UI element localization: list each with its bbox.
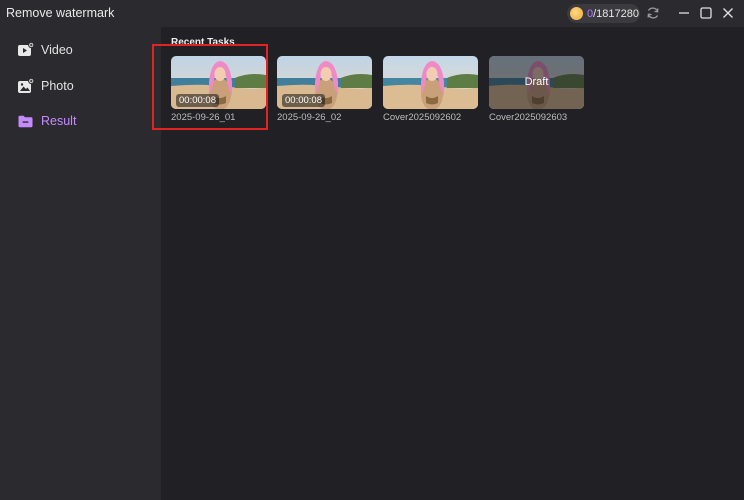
sidebar-item-label: Video: [41, 43, 73, 57]
coin-icon: [570, 7, 583, 20]
credits-badge[interactable]: 0/1817280: [567, 4, 640, 23]
main-panel: Recent Tasks 00:00:08 2025-09-26_01 00:0…: [161, 27, 744, 500]
task-name: 2025-09-26_01: [171, 112, 236, 123]
task-card[interactable]: 00:00:08 2025-09-26_02: [277, 56, 372, 123]
task-name: Cover2025092603: [489, 112, 568, 123]
task-thumbnail[interactable]: 00:00:08: [171, 56, 266, 109]
section-title: Recent Tasks: [171, 37, 235, 48]
sidebar: Video Photo Result: [0, 27, 161, 500]
app-title: Remove watermark: [6, 6, 115, 20]
task-card[interactable]: Draft Cover2025092603: [489, 56, 584, 123]
task-thumbnail[interactable]: [383, 56, 478, 109]
maximize-icon[interactable]: [698, 5, 714, 21]
credit-count: 0/1817280: [587, 8, 639, 20]
title-bar: Remove watermark 0/1817280: [0, 0, 744, 27]
photo-icon: [18, 77, 34, 93]
task-name: Cover2025092602: [383, 112, 462, 123]
sidebar-item-label: Photo: [41, 79, 74, 93]
duration-label: 00:00:08: [176, 94, 219, 107]
task-card[interactable]: 00:00:08 2025-09-26_01: [171, 56, 266, 123]
sidebar-item-label: Result: [41, 114, 77, 128]
sidebar-item-photo[interactable]: Photo: [0, 71, 161, 101]
minimize-icon[interactable]: [676, 5, 692, 21]
sidebar-item-video[interactable]: Video: [0, 35, 161, 65]
task-card[interactable]: Cover2025092602: [383, 56, 478, 123]
task-thumbnail[interactable]: Draft: [489, 56, 584, 109]
draft-label: Draft: [524, 76, 549, 88]
refresh-icon[interactable]: [645, 5, 661, 21]
task-thumbnail[interactable]: 00:00:08: [277, 56, 372, 109]
close-icon[interactable]: [720, 5, 736, 21]
video-icon: [18, 41, 34, 56]
duration-label: 00:00:08: [282, 94, 325, 107]
thumbnail-image: [383, 56, 478, 109]
credits-total: /1817280: [593, 7, 640, 20]
task-name: 2025-09-26_02: [277, 112, 342, 123]
sidebar-item-result[interactable]: Result: [0, 106, 161, 136]
folder-icon: [18, 115, 33, 127]
